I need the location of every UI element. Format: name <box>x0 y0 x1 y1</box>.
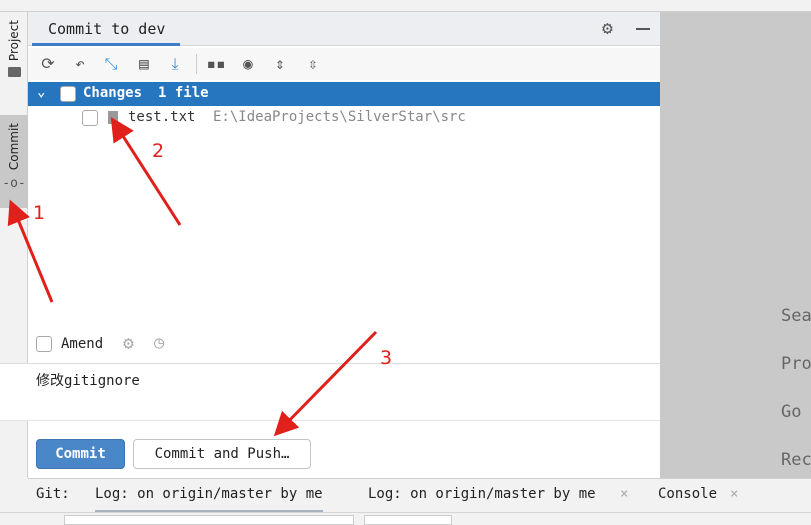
history-icon[interactable]: ◷ <box>154 333 164 353</box>
commit-message-input[interactable]: 修改gitignore <box>0 363 660 421</box>
text-file-icon <box>108 111 118 124</box>
file-row[interactable]: test.txt E:\IdeaProjects\SilverStar\src <box>28 106 660 130</box>
refresh-icon[interactable]: ⟳ <box>38 54 58 74</box>
title-bar <box>0 0 811 12</box>
tab-commit-to-dev[interactable]: Commit to dev <box>32 12 180 46</box>
commit-button[interactable]: Commit <box>36 439 125 469</box>
close-icon[interactable]: × <box>730 486 738 502</box>
hint-recent: Rec <box>781 450 811 470</box>
sidebar-tab-commit[interactable]: Commit -o- <box>0 115 28 208</box>
expand-all-icon[interactable]: ⇕ <box>270 54 290 74</box>
gear-icon[interactable]: ⚙ <box>123 333 134 354</box>
log-toolbar <box>0 512 811 525</box>
annotation-label-3: 3 <box>380 347 393 369</box>
amend-row: Amend ⚙ ◷ <box>28 332 660 362</box>
collapse-all-icon[interactable]: ⇳ <box>303 54 323 74</box>
file-path: E:\IdeaProjects\SilverStar\src <box>213 109 466 125</box>
close-icon[interactable]: × <box>620 486 628 502</box>
diff-icon[interactable]: ⤡ <box>101 54 121 74</box>
bottom-tool-tabs: Git: Log: on origin/master by me Log: on… <box>28 478 811 513</box>
toolbar-divider <box>196 54 197 74</box>
view-options-icon[interactable]: ◉ <box>238 54 258 74</box>
gear-icon[interactable]: ⚙ <box>602 18 613 39</box>
amend-checkbox[interactable] <box>36 336 52 352</box>
minimize-icon[interactable] <box>636 28 650 30</box>
panel-header: Commit to dev ⚙ <box>28 12 660 46</box>
commit-panel: Commit to dev ⚙ ⟳ ↶ ⤡ ▤ ⤓ ▪▪ ◉ ⇕ ⇳ ⌄ Cha… <box>0 12 660 478</box>
tab-log-1[interactable]: Log: on origin/master by me <box>95 486 323 513</box>
file-name: test.txt <box>128 109 196 125</box>
chevron-down-icon[interactable]: ⌄ <box>37 84 45 100</box>
file-checkbox[interactable] <box>82 110 98 126</box>
amend-label[interactable]: Amend <box>61 336 103 352</box>
shelve-icon[interactable]: ▤ <box>134 54 154 74</box>
commit-message-text: 修改gitignore <box>36 373 140 389</box>
tab-label: Commit <box>7 123 21 171</box>
toolbar: ⟳ ↶ ⤡ ▤ ⤓ ▪▪ ◉ ⇕ ⇳ <box>28 48 660 80</box>
commit-icon: -o- <box>2 176 26 192</box>
button-bar: Commit Commit and Push… <box>28 422 660 478</box>
changes-checkbox[interactable] <box>60 86 76 102</box>
hint-project: Pro <box>781 354 811 374</box>
rollback-icon[interactable]: ↶ <box>70 54 90 74</box>
tab-console[interactable]: Console <box>658 486 717 502</box>
tab-label: Project <box>7 20 21 62</box>
commit-and-push-button[interactable]: Commit and Push… <box>133 439 311 469</box>
changes-label: Changes <box>83 85 143 101</box>
annotation-label-2: 2 <box>152 140 165 162</box>
tab-log-2[interactable]: Log: on origin/master by me <box>368 486 596 502</box>
update-icon[interactable]: ⤓ <box>165 54 185 74</box>
hint-goto: Go <box>781 402 802 422</box>
group-by-icon[interactable]: ▪▪ <box>206 54 226 74</box>
annotation-label-1: 1 <box>33 202 46 224</box>
git-label: Git: <box>36 486 70 502</box>
editor-empty-area: Sea Pro Go Rec <box>660 12 811 478</box>
changes-node[interactable]: ⌄ Changes 1 file <box>28 82 660 106</box>
folder-icon <box>7 67 21 78</box>
hint-search: Sea <box>781 306 811 326</box>
sidebar-tab-project[interactable]: Project <box>0 20 28 110</box>
changes-count: 1 file <box>158 85 209 101</box>
